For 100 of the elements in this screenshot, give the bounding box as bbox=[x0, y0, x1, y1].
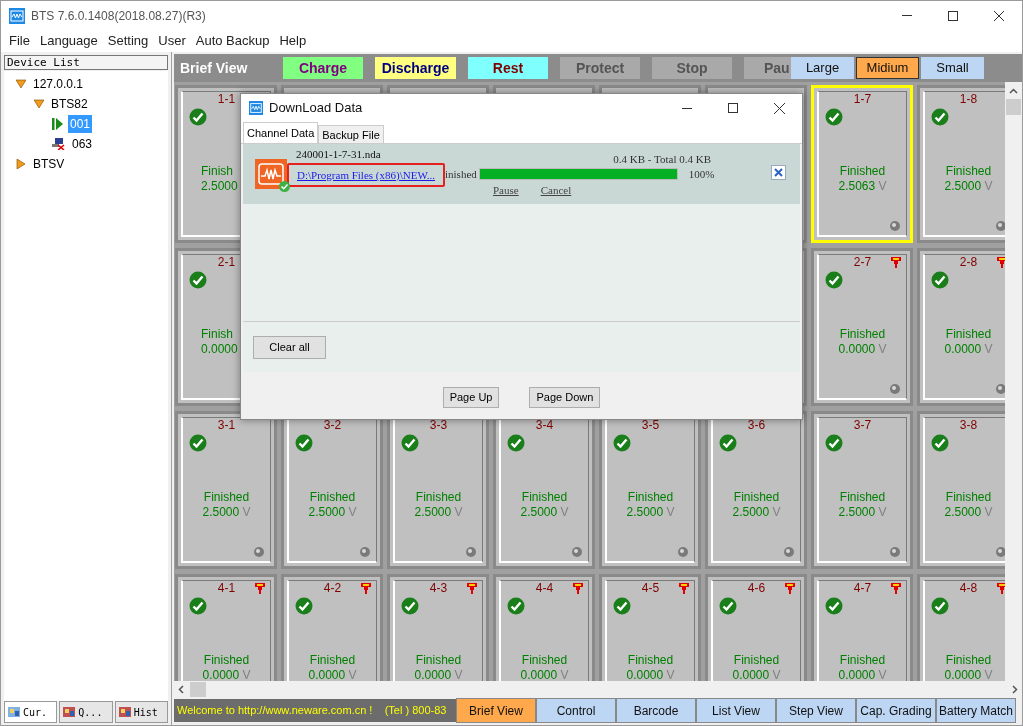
channel-status: Finished bbox=[733, 653, 780, 668]
channel-voltage: 2.5000 V bbox=[520, 505, 569, 520]
channel-card[interactable]: 4-8 Finished 0.0000 V bbox=[917, 574, 1005, 681]
menu-item[interactable]: Auto Backup bbox=[190, 31, 275, 51]
scroll-thumb[interactable] bbox=[190, 682, 206, 697]
state-legend: Charge bbox=[283, 57, 363, 79]
size-button[interactable]: Midium bbox=[856, 57, 919, 79]
channel-label: 4-8 bbox=[959, 582, 978, 594]
state-legend: Rest bbox=[468, 57, 548, 79]
channel-label: 3-8 bbox=[959, 419, 978, 431]
size-button[interactable]: Small bbox=[921, 57, 984, 79]
action-link[interactable]: Cancel bbox=[540, 182, 572, 196]
channel-status: Finished bbox=[945, 327, 992, 342]
menu-item[interactable]: Setting bbox=[102, 31, 154, 51]
file-name: 240001-1-7-31.nda bbox=[296, 146, 382, 161]
dialog-tab[interactable]: Backup File bbox=[318, 125, 384, 143]
menu-item[interactable]: File bbox=[4, 31, 35, 51]
channel-status: Finished bbox=[521, 653, 568, 668]
channel-voltage: 2.5000 V bbox=[626, 505, 675, 520]
channel-card[interactable]: 4-2 Finished 0.0000 V bbox=[281, 574, 383, 681]
menu-item[interactable]: Help bbox=[274, 31, 312, 51]
tree-item[interactable]: 127.0.0.1 bbox=[31, 75, 86, 93]
channel-voltage: 2.5000 V bbox=[308, 505, 357, 520]
channel-voltage: 0.0000 bbox=[201, 342, 238, 357]
channel-label: 1-8 bbox=[959, 93, 978, 105]
tree-item[interactable]: BTS82 bbox=[49, 95, 90, 113]
channel-status: Finished bbox=[309, 490, 356, 505]
channel-voltage: 0.0000 V bbox=[308, 668, 357, 681]
check-icon bbox=[825, 434, 843, 452]
channel-status: Finished bbox=[203, 653, 250, 668]
channel-voltage: 0.0000 V bbox=[626, 668, 675, 681]
channel-card[interactable]: 2-7 Finished 0.0000 V bbox=[811, 248, 913, 406]
view-tab[interactable]: Cap. Grading bbox=[856, 698, 936, 723]
channel-status: Finished bbox=[415, 653, 462, 668]
view-tab[interactable]: Step View bbox=[776, 698, 856, 723]
plug-icon bbox=[890, 255, 902, 269]
play-icon bbox=[52, 118, 63, 130]
channel-status: Finished bbox=[839, 164, 886, 179]
view-tab[interactable]: Battery Match bbox=[936, 698, 1016, 723]
channel-card[interactable]: 1-8 Finished 2.5000 V bbox=[917, 85, 1005, 243]
check-icon bbox=[189, 434, 207, 452]
scroll-left-icon[interactable] bbox=[178, 685, 184, 694]
channel-card[interactable]: 4-1 Finished 0.0000 V bbox=[175, 574, 277, 681]
view-title: Brief View bbox=[179, 58, 249, 78]
view-tab[interactable]: Control bbox=[536, 698, 616, 723]
channel-card[interactable]: 4-3 Finished 0.0000 V bbox=[387, 574, 489, 681]
ball-icon bbox=[360, 547, 370, 557]
channel-label: 2-1 bbox=[217, 256, 236, 268]
channel-card[interactable]: 4-4 Finished 0.0000 V bbox=[493, 574, 595, 681]
minimize-icon bbox=[902, 15, 912, 16]
size-progress-text: 0.4 KB - Total 0.4 KB bbox=[613, 152, 712, 166]
action-link[interactable]: Pause bbox=[493, 182, 519, 196]
scroll-right-icon[interactable] bbox=[1012, 685, 1018, 694]
check-badge-icon bbox=[279, 181, 290, 192]
check-icon bbox=[719, 434, 737, 452]
channel-voltage: 0.0000 V bbox=[520, 668, 569, 681]
view-tab[interactable]: Brief View bbox=[456, 698, 536, 723]
channel-status: Finished bbox=[839, 327, 886, 342]
view-tab[interactable]: List View bbox=[696, 698, 776, 723]
clear-all-button[interactable]: Clear all bbox=[253, 336, 326, 359]
channel-card[interactable]: 3-8 Finished 2.5000 V bbox=[917, 411, 1005, 569]
size-button[interactable]: Large bbox=[791, 57, 854, 79]
expanded-arrow-icon[interactable] bbox=[16, 79, 26, 89]
tree-item[interactable]: 063 bbox=[70, 135, 95, 153]
close-icon bbox=[773, 102, 785, 114]
channel-card[interactable]: 4-6 Finished 0.0000 V bbox=[705, 574, 807, 681]
page-button[interactable]: Page Up bbox=[442, 387, 500, 408]
dialog-tab[interactable]: Channel Data bbox=[243, 122, 319, 143]
channel-status: Finished bbox=[945, 490, 992, 505]
check-icon bbox=[825, 271, 843, 289]
menu-item[interactable]: Language bbox=[34, 31, 103, 51]
check-icon bbox=[507, 434, 525, 452]
panel-tab[interactable]: Hist bbox=[114, 701, 168, 723]
channel-label: 1-1 bbox=[217, 93, 236, 105]
channel-card[interactable]: 3-6 Finished 2.5000 V bbox=[705, 411, 807, 569]
check-icon bbox=[189, 271, 207, 289]
check-icon bbox=[295, 597, 313, 615]
channel-status: Finished bbox=[627, 653, 674, 668]
channel-card[interactable]: 4-5 Finished 0.0000 V bbox=[599, 574, 701, 681]
channel-voltage: 0.0000 V bbox=[414, 668, 463, 681]
ball-icon bbox=[890, 384, 900, 394]
channel-card[interactable]: 3-7 Finished 2.5000 V bbox=[811, 411, 913, 569]
channel-card[interactable]: 3-1 Finished 2.5000 V bbox=[175, 411, 277, 569]
collapsed-arrow-icon[interactable] bbox=[16, 159, 26, 169]
view-tab[interactable]: Barcode bbox=[616, 698, 696, 723]
tree-item[interactable]: BTSV bbox=[31, 155, 67, 173]
scroll-thumb[interactable] bbox=[1006, 99, 1021, 115]
channel-card[interactable]: 4-7 Finished 0.0000 V bbox=[811, 574, 913, 681]
scroll-up-icon[interactable] bbox=[1009, 88, 1018, 94]
menu-item[interactable]: User bbox=[153, 31, 191, 51]
state-legend: Discharge bbox=[375, 57, 456, 79]
page-button[interactable]: Page Down bbox=[529, 387, 601, 408]
panel-tab[interactable]: Q... bbox=[59, 701, 113, 723]
channel-card[interactable]: 2-8 Finished 0.0000 V bbox=[917, 248, 1005, 406]
channel-label: 3-6 bbox=[747, 419, 766, 431]
expanded-arrow-icon[interactable] bbox=[34, 99, 44, 109]
panel-tab[interactable]: Cur. bbox=[4, 701, 58, 723]
remove-button[interactable] bbox=[771, 164, 786, 180]
maximize-icon bbox=[728, 103, 738, 113]
channel-card[interactable]: 1-7 Finished 2.5063 V bbox=[811, 85, 913, 243]
